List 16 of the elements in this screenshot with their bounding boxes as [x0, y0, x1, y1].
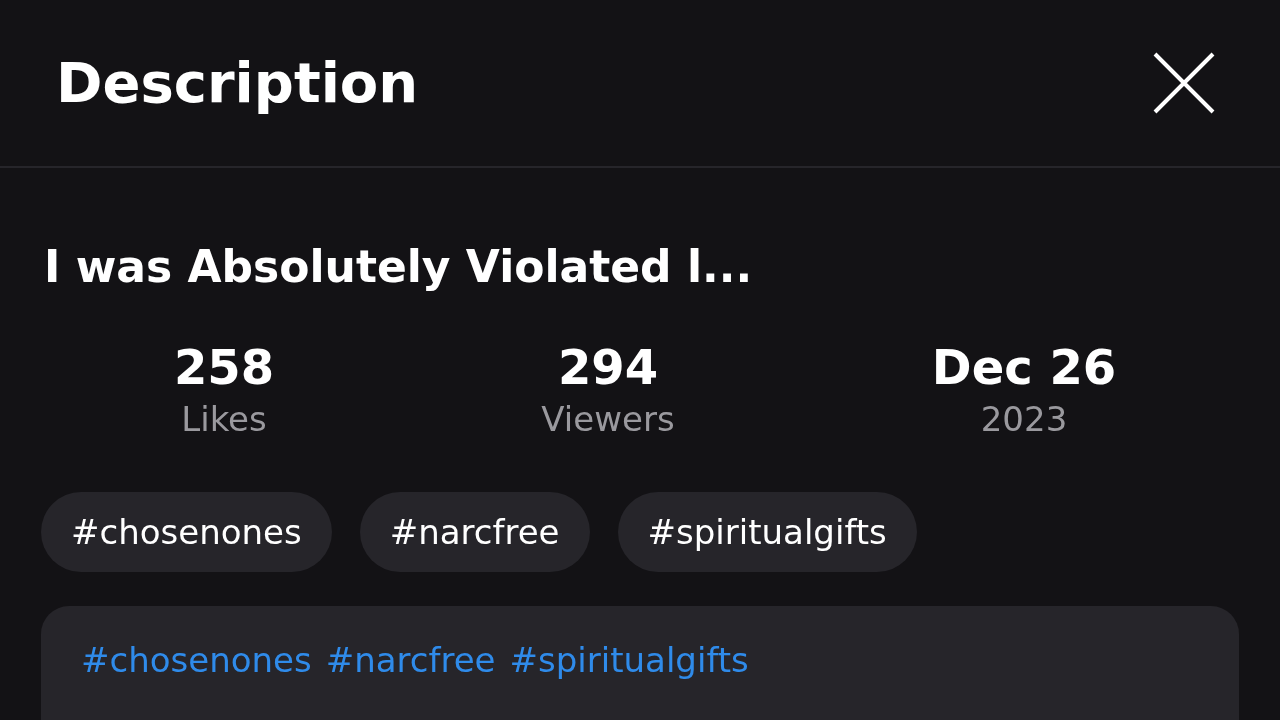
close-icon: [1153, 52, 1215, 114]
stat-label: Likes: [181, 398, 267, 441]
video-title: I was Absolutely Violated l...: [44, 241, 753, 292]
stat-label: Viewers: [541, 398, 675, 441]
hashtag-link[interactable]: #chosenones: [81, 640, 312, 680]
close-button[interactable]: [1152, 51, 1216, 115]
stat-label: 2023: [980, 398, 1068, 441]
panel-title: Description: [56, 49, 419, 117]
hashtag-chip[interactable]: #chosenones: [41, 492, 332, 572]
hashtag-link[interactable]: #narcfree: [325, 640, 496, 680]
hashtag-chip[interactable]: #narcfree: [359, 492, 590, 572]
stat-value: 294: [557, 338, 659, 396]
hashtag-chip[interactable]: #spiritualgifts: [617, 492, 917, 572]
stat-value: Dec 26: [931, 338, 1117, 396]
hashtag-link[interactable]: #spiritualgifts: [509, 640, 749, 680]
stat-value: 258: [173, 338, 275, 396]
